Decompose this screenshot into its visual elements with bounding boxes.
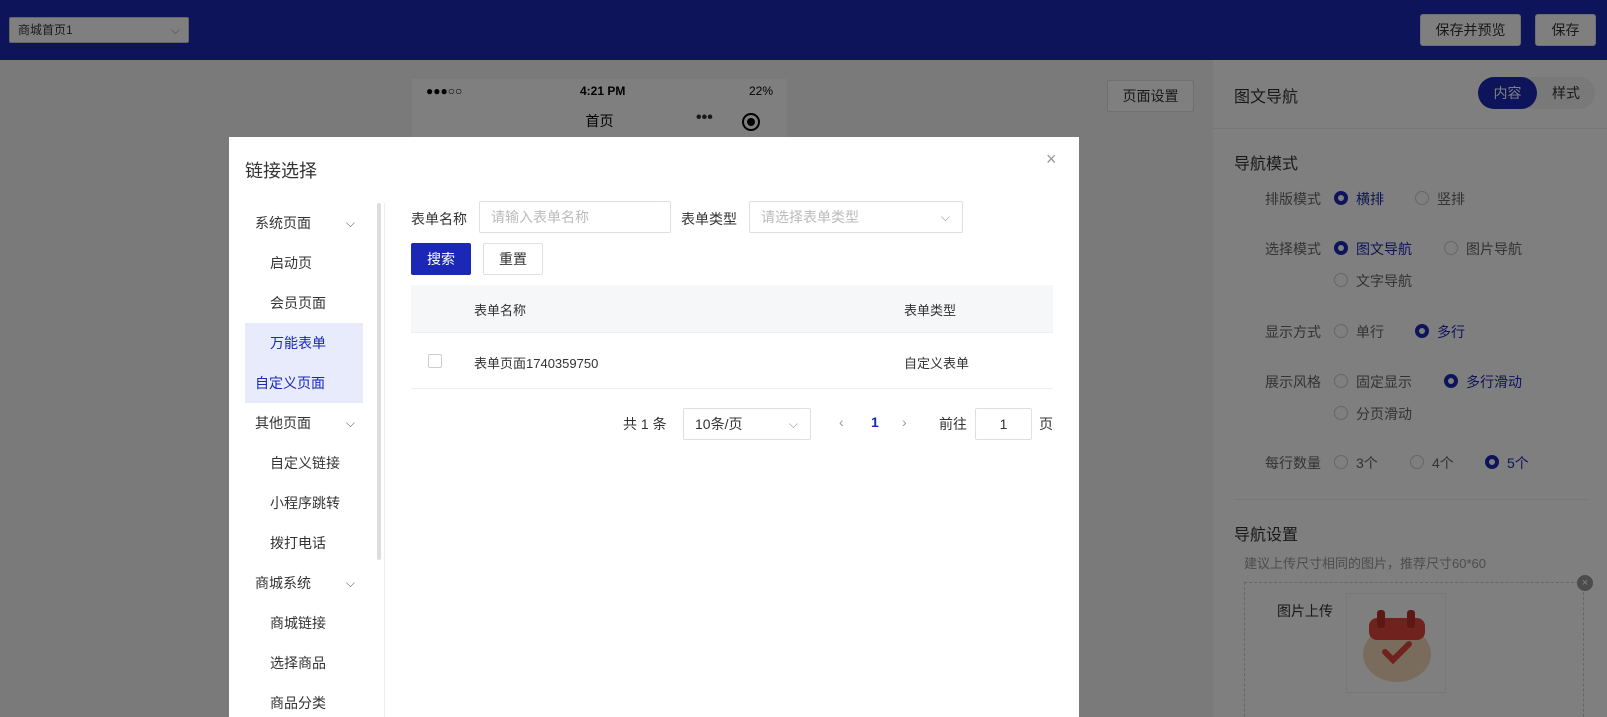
column-header-form-name: 表单名称 <box>474 303 527 318</box>
page-size-select[interactable]: 10条/页 ⌵ <box>683 408 811 440</box>
form-type-label: 表单类型 <box>681 211 737 227</box>
nav-item-select-product[interactable]: 选择商品 <box>245 643 363 683</box>
cell-form-type: 自定义表单 <box>904 356 970 371</box>
nav-item-launch-page[interactable]: 启动页 <box>245 243 363 283</box>
nav-scrollbar[interactable] <box>377 203 381 560</box>
nav-item-product-category[interactable]: 商品分类 <box>245 683 363 717</box>
prev-page-icon[interactable]: ‹ <box>839 414 844 430</box>
goto-page-input[interactable]: 1 <box>975 408 1032 440</box>
form-name-input[interactable]: 请输入表单名称 <box>479 201 671 233</box>
chevron-down-icon: ⌵ <box>788 417 798 431</box>
nav-group-mall-system[interactable]: 商城系统 ⌵ <box>245 563 363 603</box>
nav-item-phone-call[interactable]: 拨打电话 <box>245 523 363 563</box>
dialog-title: 链接选择 <box>245 161 317 181</box>
goto-unit: 页 <box>1039 416 1053 432</box>
goto-label: 前往 <box>939 416 967 432</box>
column-header-form-type: 表单类型 <box>904 303 957 318</box>
table-row[interactable]: 表单页面1740359750 自定义表单 <box>411 333 1053 389</box>
form-name-label: 表单名称 <box>411 211 467 227</box>
reset-button[interactable]: 重置 <box>483 243 543 275</box>
form-type-select[interactable]: 请选择表单类型 ⌵ <box>749 201 963 233</box>
page-number-current[interactable]: 1 <box>871 414 879 430</box>
link-select-dialog: 链接选择 × 系统页面 ⌵ 启动页 会员页面 万能表单 自定义页面 其他页面 ⌵ 自… <box>229 137 1079 717</box>
search-button[interactable]: 搜索 <box>411 243 471 275</box>
divider <box>384 203 385 717</box>
nav-group-other-pages[interactable]: 其他页面 ⌵ <box>245 403 363 443</box>
row-checkbox[interactable] <box>428 354 442 368</box>
chevron-down-icon: ⌵ <box>940 210 950 224</box>
close-icon[interactable]: × <box>1046 149 1057 170</box>
dialog-nav: 系统页面 ⌵ 启动页 会员页面 万能表单 自定义页面 其他页面 ⌵ 自定义链接 小程… <box>245 203 363 717</box>
pagination-total: 共 1 条 <box>623 416 667 432</box>
chevron-down-icon: ⌵ <box>345 416 355 430</box>
next-page-icon[interactable]: › <box>902 414 907 430</box>
cell-form-name: 表单页面1740359750 <box>474 356 599 371</box>
nav-item-mall-link[interactable]: 商城链接 <box>245 603 363 643</box>
nav-item-member-page[interactable]: 会员页面 <box>245 283 363 323</box>
page-size-value: 10条/页 <box>695 416 743 432</box>
chevron-down-icon: ⌵ <box>345 576 355 590</box>
nav-group-system-pages[interactable]: 系统页面 ⌵ <box>245 203 363 243</box>
nav-item-mini-program[interactable]: 小程序跳转 <box>245 483 363 523</box>
table-header: 表单名称 表单类型 <box>411 285 1053 333</box>
nav-item-universal-form[interactable]: 万能表单 <box>245 323 363 363</box>
form-type-placeholder: 请选择表单类型 <box>761 209 859 225</box>
nav-group-custom-page[interactable]: 自定义页面 <box>245 363 363 403</box>
nav-item-custom-link[interactable]: 自定义链接 <box>245 443 363 483</box>
chevron-down-icon: ⌵ <box>345 216 355 230</box>
